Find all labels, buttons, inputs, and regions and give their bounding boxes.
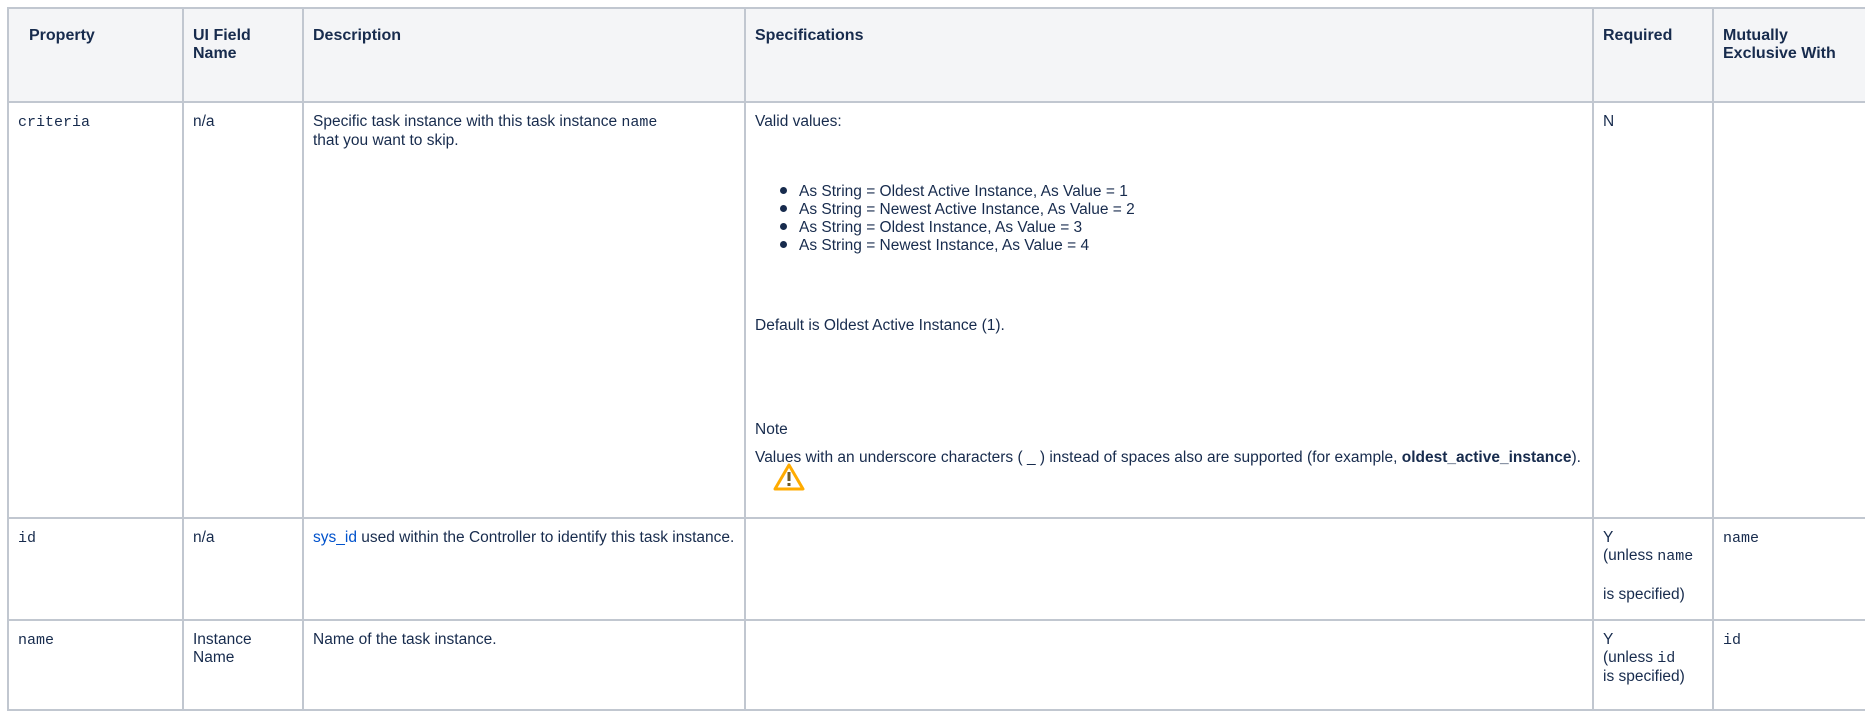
table-row: name Instance Name Name of the task inst… [7,619,1865,711]
sys-id-link[interactable]: sys_id [313,529,357,546]
valid-values-list: As String = Oldest Active Instance, As V… [755,183,1583,255]
description-code: name [621,114,658,131]
mutually-exclusive-cell: id [1712,619,1865,711]
description-cell: Specific task instance with this task in… [302,101,746,519]
description-text: used within the Controller to identify t… [356,529,735,546]
required-cell: N [1592,101,1714,519]
description-cell: sys_id used within the Controller to ide… [302,517,746,621]
header-description: Description [302,7,746,103]
header-specifications: Specifications [744,7,1594,103]
mutually-exclusive-cell [1712,101,1865,519]
required-end: is specified) [1603,586,1685,603]
required-value: Y [1603,631,1614,648]
ui-field-cell: Instance Name [182,619,304,711]
default-value-text: Default is Oldest Active Instance (1). [755,317,1005,334]
list-item: As String = Newest Active Instance, As V… [780,201,1583,219]
header-property: Property [7,7,184,103]
list-item: As String = Newest Instance, As Value = … [780,237,1583,255]
note-bold-value: oldest_active_instance [1401,449,1572,466]
specifications-cell [744,619,1594,711]
properties-table: Property UI Field Name Description Speci… [7,7,1865,711]
property-cell: criteria [7,101,184,519]
note-text: Values with an underscore characters ( _… [755,449,1583,467]
list-item: As String = Oldest Active Instance, As V… [780,183,1583,201]
required-code: name [1657,548,1694,565]
warning-icon [773,463,805,491]
property-cell: id [7,517,184,621]
valid-values-intro: Valid values: [755,113,842,130]
list-item: As String = Oldest Instance, As Value = … [780,219,1583,237]
header-required: Required [1592,7,1714,103]
description-text-2: that you want to skip. [313,132,459,149]
required-code: id [1657,650,1676,667]
required-unless: (unless [1603,547,1658,564]
required-end: is specified) [1603,668,1685,685]
property-cell: name [7,619,184,711]
table-row: id n/a sys_id used within the Controller… [7,517,1865,621]
header-row: Property UI Field Name Description Speci… [7,7,1865,103]
property-code: name [18,632,55,649]
required-value: Y [1603,529,1614,546]
property-code: criteria [18,114,91,131]
note-text-body: Values with an underscore characters ( _… [755,449,1402,466]
specifications-cell: Valid values: As String = Oldest Active … [744,101,1594,519]
header-mutually-exclusive: Mutually Exclusive With [1712,7,1865,103]
mutually-exclusive-code: id [1723,632,1742,649]
header-ui-field-name: UI Field Name [182,7,304,103]
required-cell: Y (unless name is specified) [1592,517,1714,621]
required-cell: Y (unless id is specified) [1592,619,1714,711]
table-row: criteria n/a Specific task instance with… [7,101,1865,519]
ui-field-cell: n/a [182,517,304,621]
mutually-exclusive-code: name [1723,530,1760,547]
property-code: id [18,530,37,547]
note-text-end: ). [1571,449,1581,466]
required-unless: (unless [1603,649,1658,666]
ui-field-cell: n/a [182,101,304,519]
mutually-exclusive-cell: name [1712,517,1865,621]
note-title: Note [755,421,788,438]
description-text: Specific task instance with this task in… [313,113,622,130]
description-cell: Name of the task instance. [302,619,746,711]
specifications-cell [744,517,1594,621]
